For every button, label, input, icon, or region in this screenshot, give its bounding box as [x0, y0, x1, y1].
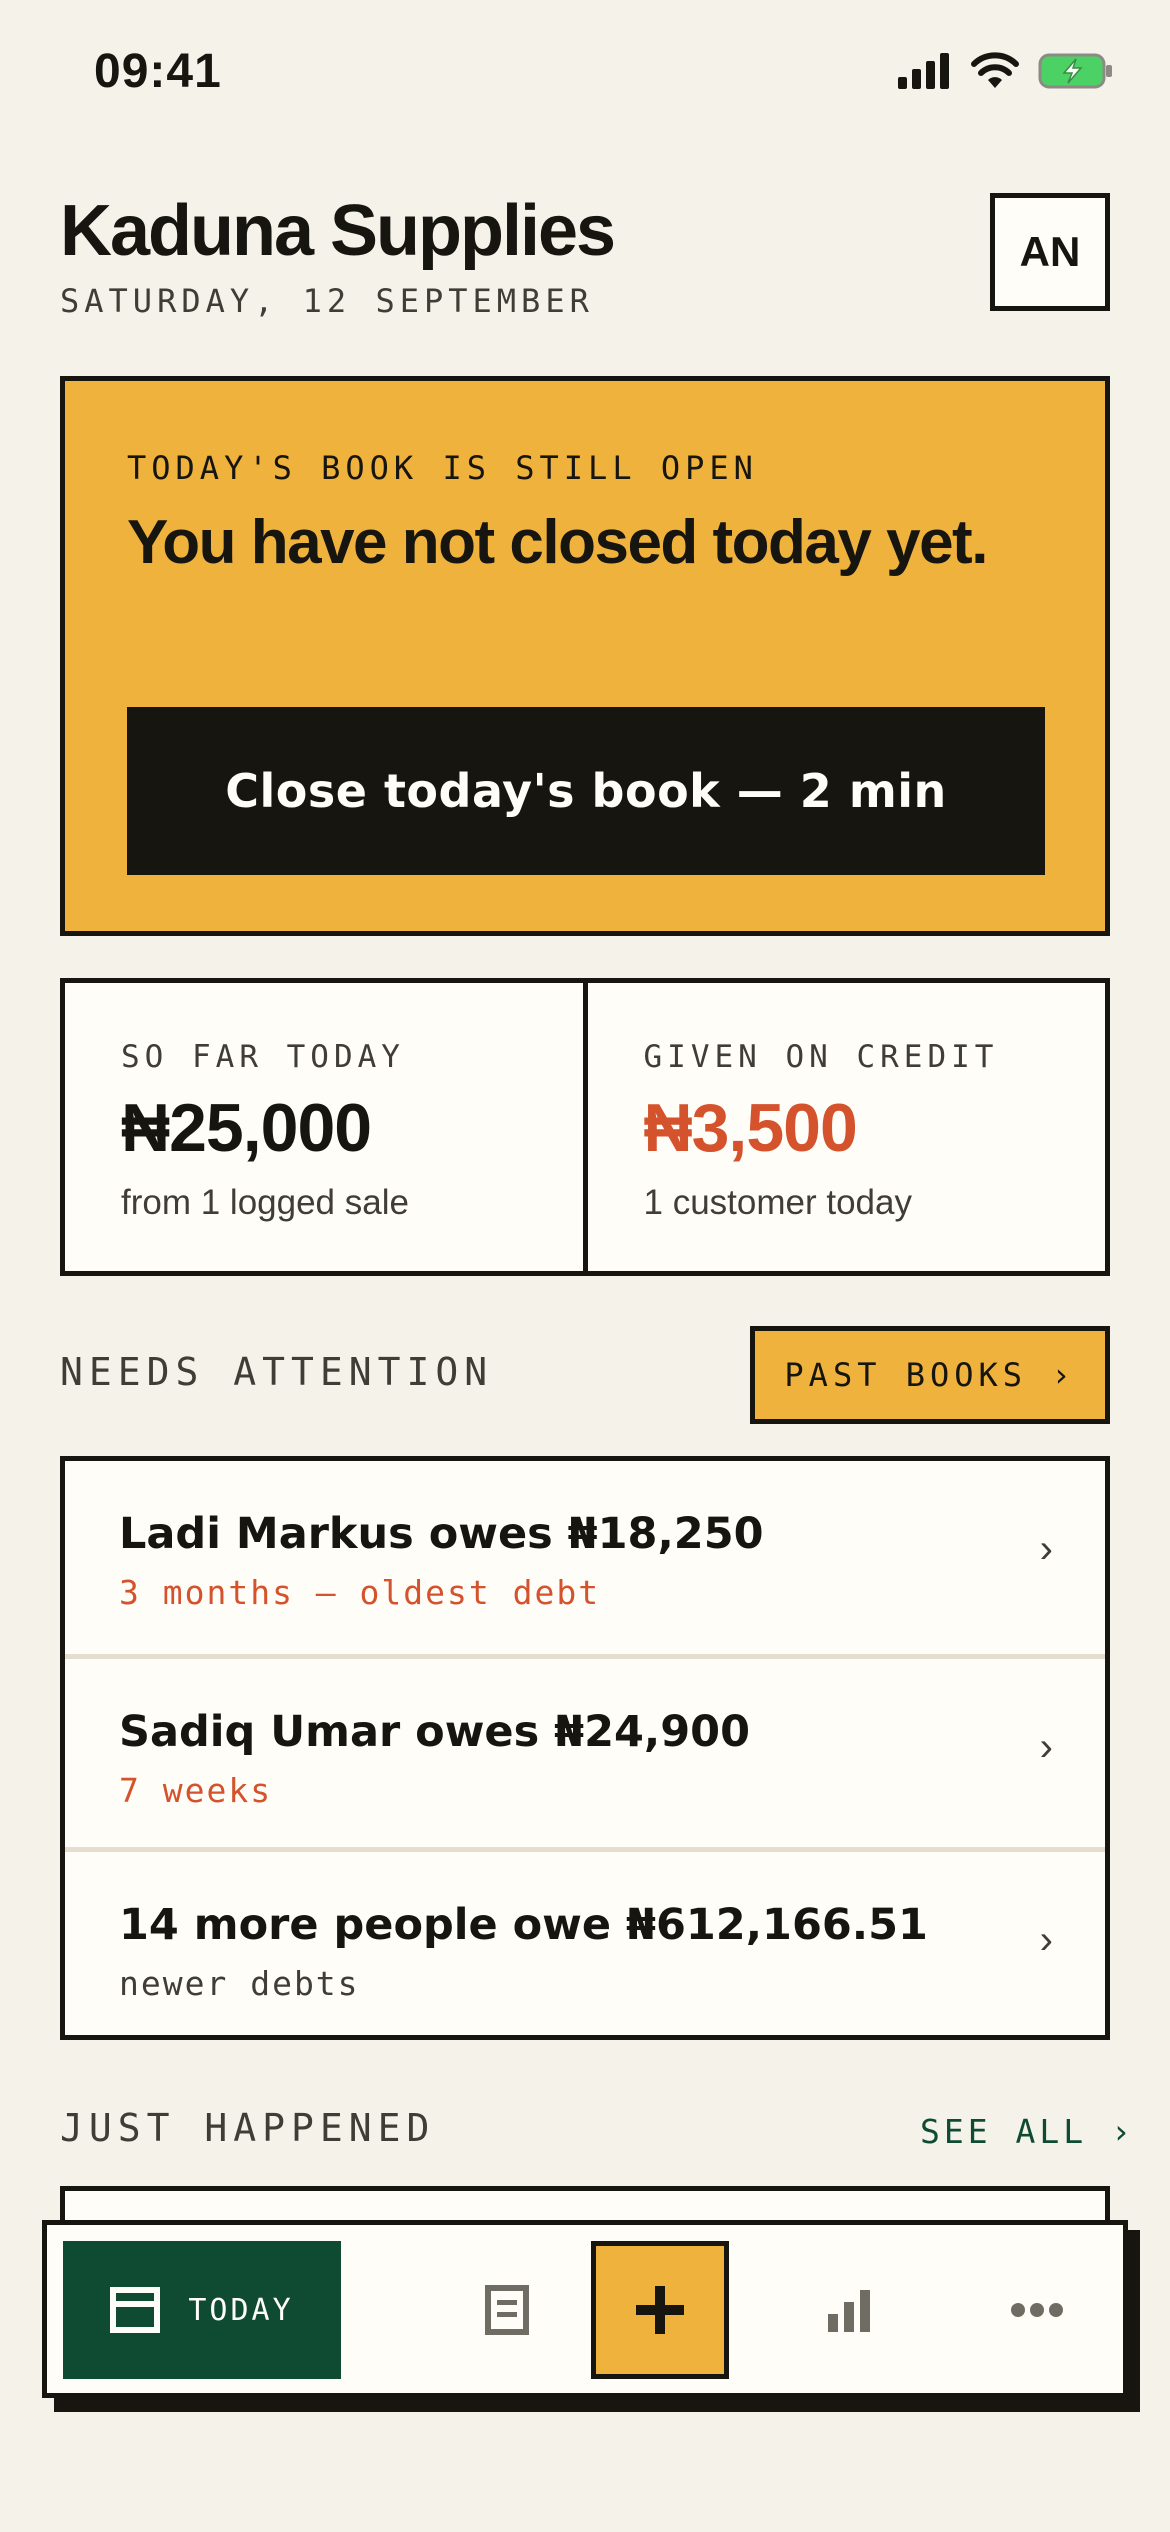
item-subtitle: 7 weeks: [119, 1771, 273, 1810]
item-subtitle: newer debts: [119, 1964, 360, 2003]
item-subtitle: 3 months — oldest debt: [119, 1573, 601, 1612]
list-item[interactable]: Ladi Markus owes ₦18,250 3 months — olde…: [65, 1461, 1105, 1654]
attention-list: Ladi Markus owes ₦18,250 3 months — olde…: [60, 1456, 1110, 2040]
banner-eyebrow: TODAY'S BOOK IS STILL OPEN: [127, 449, 758, 487]
stat-given-on-credit: GIVEN ON CREDIT ₦3,500 1 customer today: [582, 983, 1106, 1271]
list-item[interactable]: 14 more people owe ₦612,166.51 newer deb…: [65, 1847, 1105, 2040]
chevron-right-icon: ›: [1039, 1527, 1053, 1571]
chevron-right-icon: ›: [1039, 1918, 1053, 1962]
add-entry-button[interactable]: [591, 2241, 729, 2379]
tab-reports[interactable]: [779, 2241, 919, 2379]
past-books-button[interactable]: PAST BOOKS ›: [750, 1326, 1110, 1424]
chevron-right-icon: ›: [1039, 1725, 1053, 1769]
see-all-link[interactable]: SEE ALL ›: [920, 2112, 1135, 2151]
today-icon: [110, 2287, 161, 2333]
shop-date: SATURDAY, 12 SEPTEMBER: [60, 282, 594, 320]
stat-value: ₦25,000: [121, 1090, 372, 1166]
today-stats: SO FAR TODAY ₦25,000 from 1 logged sale …: [60, 978, 1110, 1276]
close-book-button[interactable]: Close today's book — 2 min: [127, 707, 1045, 875]
stat-note: from 1 logged sale: [121, 1183, 409, 1222]
tab-today-label: TODAY: [188, 2292, 294, 2328]
battery-charging-icon: [1038, 53, 1112, 89]
status-icons: [898, 52, 1114, 90]
tab-bar: TODAY: [42, 2220, 1128, 2398]
stat-label: GIVEN ON CREDIT: [643, 1039, 999, 1075]
needs-attention-heading: NEEDS ATTENTION: [60, 1350, 494, 1394]
tab-today[interactable]: TODAY: [63, 2241, 341, 2379]
bar-chart-icon: [828, 2290, 870, 2332]
item-title: Ladi Markus owes ₦18,250: [119, 1509, 764, 1559]
stat-value: ₦3,500: [643, 1090, 858, 1166]
ledger-icon: [485, 2285, 529, 2335]
signal-icon: [898, 53, 949, 89]
shop-title: Kaduna Supplies: [60, 191, 616, 271]
stat-label: SO FAR TODAY: [121, 1039, 405, 1075]
more-icon: [1011, 2303, 1063, 2317]
status-bar: 09:41: [0, 0, 1170, 150]
tab-ledger[interactable]: [437, 2241, 577, 2379]
tab-more[interactable]: [967, 2241, 1107, 2379]
just-happened-heading: JUST HAPPENED: [60, 2106, 436, 2150]
stat-so-far-today: SO FAR TODAY ₦25,000 from 1 logged sale: [65, 983, 583, 1271]
status-time: 09:41: [94, 45, 222, 98]
close-book-banner: TODAY'S BOOK IS STILL OPEN You have not …: [60, 376, 1110, 936]
stat-note: 1 customer today: [643, 1183, 912, 1222]
wifi-icon: [971, 52, 1019, 88]
list-item[interactable]: Sadiq Umar owes ₦24,900 7 weeks ›: [65, 1654, 1105, 1847]
item-title: Sadiq Umar owes ₦24,900: [119, 1707, 751, 1757]
plus-icon: [636, 2286, 684, 2334]
banner-heading: You have not closed today yet.: [127, 508, 988, 577]
avatar[interactable]: AN: [990, 193, 1110, 311]
item-title: 14 more people owe ₦612,166.51: [119, 1900, 928, 1950]
